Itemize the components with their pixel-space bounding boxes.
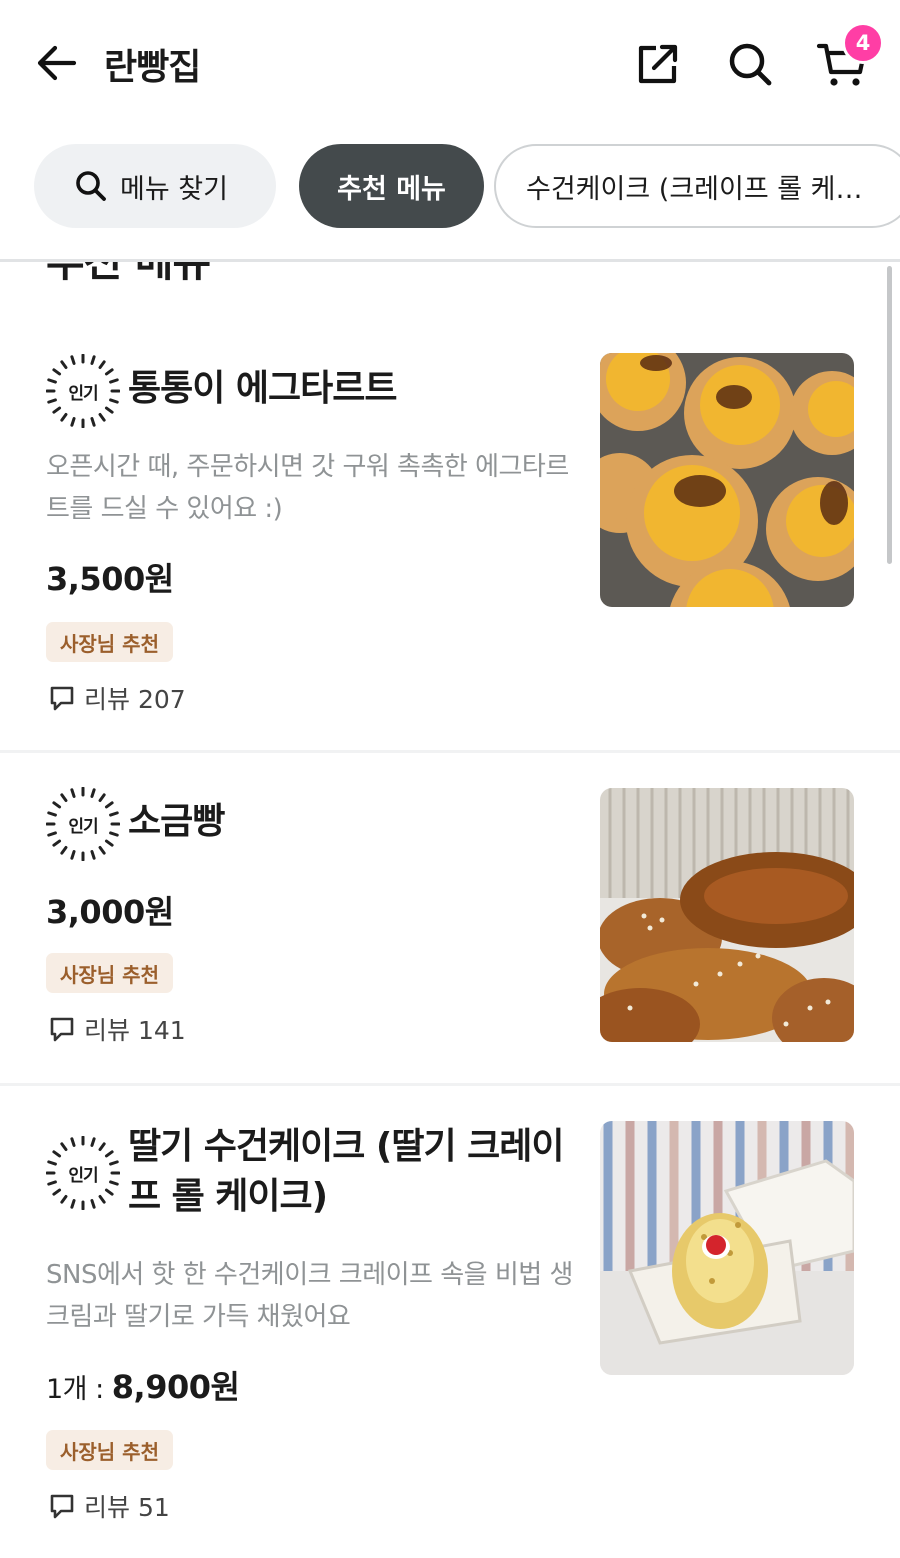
review-count: 리뷰 141 xyxy=(48,1011,186,1047)
tab-recommended-label: 추천 메뉴 xyxy=(337,173,446,205)
section-title: 추천 메뉴 xyxy=(46,262,211,289)
menu-item-egg-tart[interactable]: 인기 통통이 에그타르트 오픈시간 때, 주문하시면 갓 구워 촉촉한 에그타르… xyxy=(0,350,900,750)
app-header: 란빵집 4 xyxy=(0,0,900,130)
popular-badge: 인기 xyxy=(45,353,121,429)
cart-count-badge: 4 xyxy=(842,22,884,64)
review-count: 리뷰 207 xyxy=(48,680,186,716)
item-name: 소금빵 xyxy=(128,801,225,842)
search-icon xyxy=(76,171,106,201)
store-title: 란빵집 xyxy=(104,47,201,88)
menu-search-chip[interactable]: 메뉴 찾기 xyxy=(34,144,276,228)
menu-list[interactable]: 추천 메뉴 인기 통통이 에그타르트 오픈시간 때, 주문하시면 갓 구워 촉촉… xyxy=(0,262,900,1558)
salt-bread-photo[interactable] xyxy=(600,788,854,1042)
review-label: 리뷰 207 xyxy=(84,685,186,714)
comment-icon xyxy=(50,1494,74,1519)
search-button[interactable] xyxy=(726,40,774,88)
item-price: 3,000원 xyxy=(46,893,174,931)
review-count: 리뷰 51 xyxy=(48,1488,170,1524)
menu-item-strawberry-towel-cake[interactable]: 인기 딸기 수건케이크 (딸기 크레이프 롤 케이크) SNS에서 핫 한 수건… xyxy=(0,1086,900,1558)
popular-badge: 인기 xyxy=(45,1135,121,1211)
comment-icon xyxy=(50,1017,74,1042)
comment-icon xyxy=(50,686,74,711)
strawberry-towel-cake-photo[interactable] xyxy=(600,1121,854,1375)
item-description: SNS에서 핫 한 수건케이크 크레이프 속을 비법 생크림과 딸기로 가득 채… xyxy=(46,1260,573,1332)
price-unit: 1개 : xyxy=(46,1374,112,1405)
review-label: 리뷰 141 xyxy=(84,1016,186,1045)
item-price: 3,500원 xyxy=(46,560,174,598)
arrow-left-icon xyxy=(37,45,77,81)
menu-item-salt-bread[interactable]: 인기 소금빵 3,000원 사장님 추천 리뷰 141 xyxy=(0,753,900,1085)
tab-towel-cake-label: 수건케이크 (크레이프 롤 케이크) xyxy=(526,173,876,205)
owner-pick-tag: 사장님 추천 xyxy=(46,1430,173,1470)
back-button[interactable] xyxy=(34,40,80,86)
item-description: 오픈시간 때, 주문하시면 갓 구워 촉촉한 에그타르트를 드실 수 있어요 :… xyxy=(46,452,569,524)
owner-pick-tag: 사장님 추천 xyxy=(46,622,173,662)
category-chips: 메뉴 찾기 추천 메뉴 수건케이크 (크레이프 롤 케이크) xyxy=(0,144,900,230)
review-label: 리뷰 51 xyxy=(84,1493,170,1522)
tab-recommended-menu[interactable]: 추천 메뉴 xyxy=(299,144,484,228)
share-button[interactable] xyxy=(634,40,682,88)
popular-badge-label: 인기 xyxy=(68,816,98,837)
search-icon xyxy=(729,43,772,86)
share-icon xyxy=(638,44,678,84)
menu-search-label: 메뉴 찾기 xyxy=(120,173,228,205)
item-name: 통통이 에그타르트 xyxy=(128,368,397,409)
tab-towel-cake[interactable]: 수건케이크 (크레이프 롤 케이크) xyxy=(494,144,900,228)
egg-tart-photo[interactable] xyxy=(600,353,854,607)
owner-pick-tag: 사장님 추천 xyxy=(46,953,173,993)
item-name: 딸기 수건케이크 (딸기 크레이프 롤 케이크) xyxy=(128,1126,565,1217)
popular-badge-label: 인기 xyxy=(68,1165,98,1186)
item-price: 8,900원 xyxy=(111,1368,240,1406)
popular-badge: 인기 xyxy=(45,786,121,862)
item-price-row: 1개 : 8,900원 xyxy=(46,1362,240,1408)
popular-badge-label: 인기 xyxy=(68,383,98,404)
